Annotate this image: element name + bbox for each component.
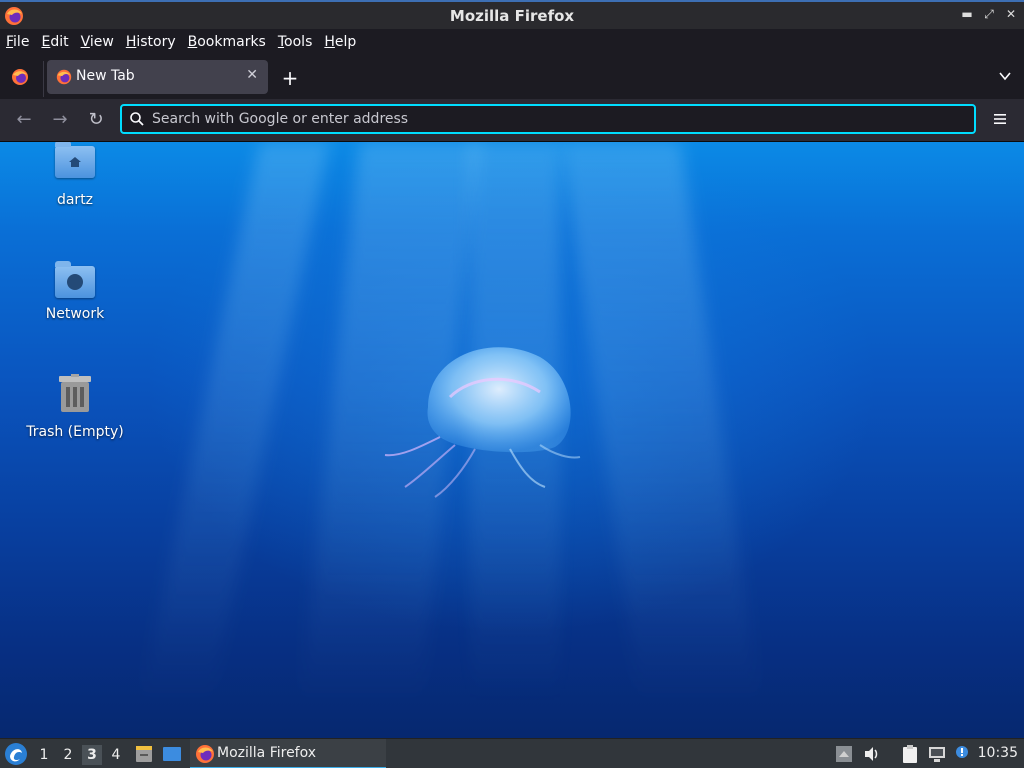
trash-icon [59,374,91,412]
menu-history[interactable]: History [126,34,176,50]
workspace-3[interactable]: 3 [82,745,102,765]
firefox-icon [196,745,214,763]
window-title: Mozilla Firefox [449,6,575,25]
workspace-2[interactable]: 2 [58,745,78,765]
hamburger-menu-icon[interactable] [992,111,1008,127]
show-desktop-icon[interactable] [162,744,182,764]
globe-icon [67,274,83,290]
maximize-icon[interactable]: ⤢ [982,7,996,21]
menu-bookmarks[interactable]: Bookmarks [188,34,266,50]
back-icon[interactable]: ← [13,109,35,131]
home-folder-icon [53,142,97,186]
tray-expand-icon[interactable] [834,744,854,764]
navigation-toolbar: ← → ↻ [0,99,1024,142]
window-titlebar[interactable]: Mozilla Firefox ▬ ⤢ ✕ [0,0,1024,29]
url-bar[interactable] [120,104,976,134]
home-icon [69,157,81,167]
tab-bar: New Tab ✕ + [0,55,1024,99]
address-search-input[interactable] [152,109,952,129]
tab-new-tab[interactable]: New Tab ✕ [47,60,268,94]
new-tab-icon[interactable]: + [280,66,300,90]
network-folder-icon [53,260,97,300]
menu-tools[interactable]: Tools [278,34,313,50]
tab-label: New Tab [76,68,135,84]
workspace-1[interactable]: 1 [34,745,54,765]
desktop-icon-network[interactable]: Network [20,260,130,322]
desktop-icon-label: Network [45,306,105,322]
forward-icon[interactable]: → [49,109,71,131]
menu-edit[interactable]: Edit [41,34,68,50]
close-tab-icon[interactable]: ✕ [246,67,258,83]
task-label: Mozilla Firefox [217,745,317,761]
menu-bar: File Edit View History Bookmarks Tools H… [0,29,1024,55]
menu-file[interactable]: File [6,34,29,50]
volume-icon[interactable] [862,744,882,764]
network-icon[interactable] [927,744,947,764]
tab-separator [43,61,44,97]
firefox-icon [5,7,23,25]
desktop-icon-home[interactable]: dartz [20,142,130,208]
minimize-icon[interactable]: ▬ [960,7,974,21]
reload-icon[interactable]: ↻ [85,109,107,131]
firefox-icon [56,69,72,85]
workspace-4[interactable]: 4 [106,745,126,765]
close-icon[interactable]: ✕ [1004,7,1018,21]
desktop-icon-label: dartz [56,192,94,208]
desktop-wallpaper: dartz Network Trash (Empty) [0,142,1024,738]
clipboard-icon[interactable] [900,744,920,764]
task-firefox[interactable]: Mozilla Firefox [190,739,386,768]
menu-help[interactable]: Help [324,34,356,50]
file-manager-icon[interactable] [134,744,154,764]
chevron-down-icon[interactable] [998,69,1012,83]
taskbar: 1 2 3 4 Mozilla Firefox 10:35 [0,738,1024,768]
clock[interactable]: 10:35 [978,745,1018,761]
jellyfish-illustration [384,347,581,498]
app-menu-icon[interactable] [4,742,28,766]
firefox-view-icon[interactable] [10,67,30,87]
desktop-icon-label: Trash (Empty) [26,424,124,440]
light-ray [140,142,330,702]
menu-view[interactable]: View [81,34,114,50]
search-icon [130,112,144,126]
desktop-icon-trash[interactable]: Trash (Empty) [20,374,130,440]
notification-icon[interactable] [952,744,972,764]
